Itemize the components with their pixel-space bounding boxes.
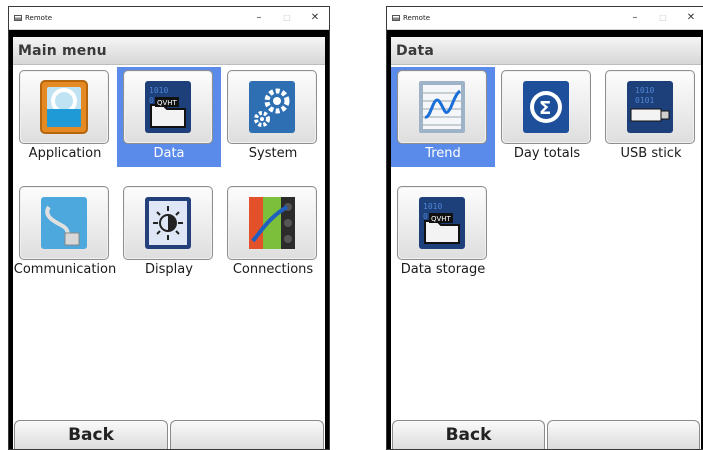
minimize-button[interactable]: – bbox=[621, 7, 649, 29]
page-title: Data bbox=[396, 43, 435, 59]
remote-window-main-menu: Remote – □ ✕ Main menu Application 1010 … bbox=[8, 6, 330, 450]
tile-icon-frame bbox=[19, 70, 109, 144]
app-window-icon bbox=[14, 15, 22, 21]
tile-application[interactable]: Application bbox=[13, 67, 117, 167]
title-bar: Remote – □ ✕ bbox=[9, 7, 329, 30]
svg-text:1010: 1010 bbox=[149, 86, 168, 95]
softkey-bar: Back bbox=[391, 418, 701, 449]
window-title: Remote bbox=[403, 14, 431, 22]
close-button[interactable]: ✕ bbox=[301, 7, 329, 29]
screen-header: Data bbox=[391, 37, 701, 65]
svg-text:0101: 0101 bbox=[635, 96, 654, 105]
tile-display[interactable]: Display bbox=[117, 183, 221, 283]
svg-text:1010: 1010 bbox=[635, 86, 654, 95]
svg-text:QVHT: QVHT bbox=[431, 215, 452, 223]
tile-label: Data bbox=[153, 146, 185, 161]
window-title: Remote bbox=[25, 14, 53, 22]
terminal-connections-icon bbox=[249, 197, 295, 249]
svg-text:1010: 1010 bbox=[423, 202, 442, 211]
tile-icon-frame bbox=[19, 186, 109, 260]
tile-system[interactable]: System bbox=[221, 67, 325, 167]
gears-icon bbox=[249, 81, 295, 133]
softkey-right[interactable] bbox=[547, 420, 700, 449]
tile-day-totals[interactable]: Σ Day totals bbox=[495, 67, 599, 167]
back-button[interactable]: Back bbox=[14, 420, 168, 449]
trend-chart-icon bbox=[419, 81, 465, 133]
svg-text:Σ: Σ bbox=[539, 98, 551, 119]
softkey-right[interactable] bbox=[170, 420, 324, 449]
tile-icon-frame bbox=[397, 70, 487, 144]
tile-label: Display bbox=[145, 262, 193, 277]
page-title: Main menu bbox=[18, 43, 107, 59]
tile-label: USB stick bbox=[620, 146, 682, 161]
screen-header: Main menu bbox=[13, 37, 325, 65]
device-screen: Data Trend Σ Day totals 1010 0101 USB st… bbox=[391, 37, 701, 449]
tile-icon-frame bbox=[123, 186, 213, 260]
tile-communication[interactable]: Communication bbox=[13, 183, 117, 283]
app-window-icon bbox=[392, 15, 400, 21]
remote-window-data: Remote – □ ✕ Data Trend Σ Day totals 101… bbox=[386, 6, 703, 450]
tile-icon-frame: Σ bbox=[501, 70, 591, 144]
tile-icon-frame bbox=[227, 186, 317, 260]
tile-label: Connections bbox=[232, 262, 314, 277]
sigma-icon: Σ bbox=[523, 81, 569, 133]
cable-plug-icon bbox=[41, 197, 87, 249]
softkey-bar: Back bbox=[13, 418, 325, 449]
tile-icon-frame bbox=[227, 70, 317, 144]
usb-stick-icon: 1010 0101 bbox=[627, 81, 673, 133]
tile-data-storage[interactable]: 1010 0110 QVHT Data storage bbox=[391, 183, 495, 283]
title-bar: Remote – □ ✕ bbox=[387, 7, 703, 30]
data-folder-icon: 1010 0110 QVHT bbox=[145, 81, 191, 133]
tile-label: System bbox=[248, 146, 298, 161]
svg-text:QVHT: QVHT bbox=[157, 99, 178, 107]
data-folder-icon: 1010 0110 QVHT bbox=[419, 197, 465, 249]
tile-data[interactable]: 1010 0110 QVHT Data bbox=[117, 67, 221, 167]
close-button[interactable]: ✕ bbox=[677, 7, 703, 29]
maximize-button: □ bbox=[283, 13, 291, 22]
application-icon bbox=[40, 80, 88, 134]
back-button[interactable]: Back bbox=[392, 420, 545, 449]
tile-icon-frame: 1010 0110 QVHT bbox=[397, 186, 487, 260]
brightness-icon bbox=[145, 197, 191, 249]
tile-usb-stick[interactable]: 1010 0101 USB stick bbox=[599, 67, 701, 167]
tile-icon-frame: 1010 0110 QVHT bbox=[123, 70, 213, 144]
minimize-button[interactable]: – bbox=[245, 7, 273, 29]
tile-label: Day totals bbox=[513, 146, 581, 161]
tile-label: Data storage bbox=[400, 262, 486, 277]
device-screen: Main menu Application 1010 QVHT Data Sys… bbox=[13, 37, 325, 449]
tile-icon-frame: 1010 0101 bbox=[605, 70, 695, 144]
tile-trend[interactable]: Trend bbox=[391, 67, 495, 167]
maximize-button: □ bbox=[659, 13, 667, 22]
tile-connections[interactable]: Connections bbox=[221, 183, 325, 283]
